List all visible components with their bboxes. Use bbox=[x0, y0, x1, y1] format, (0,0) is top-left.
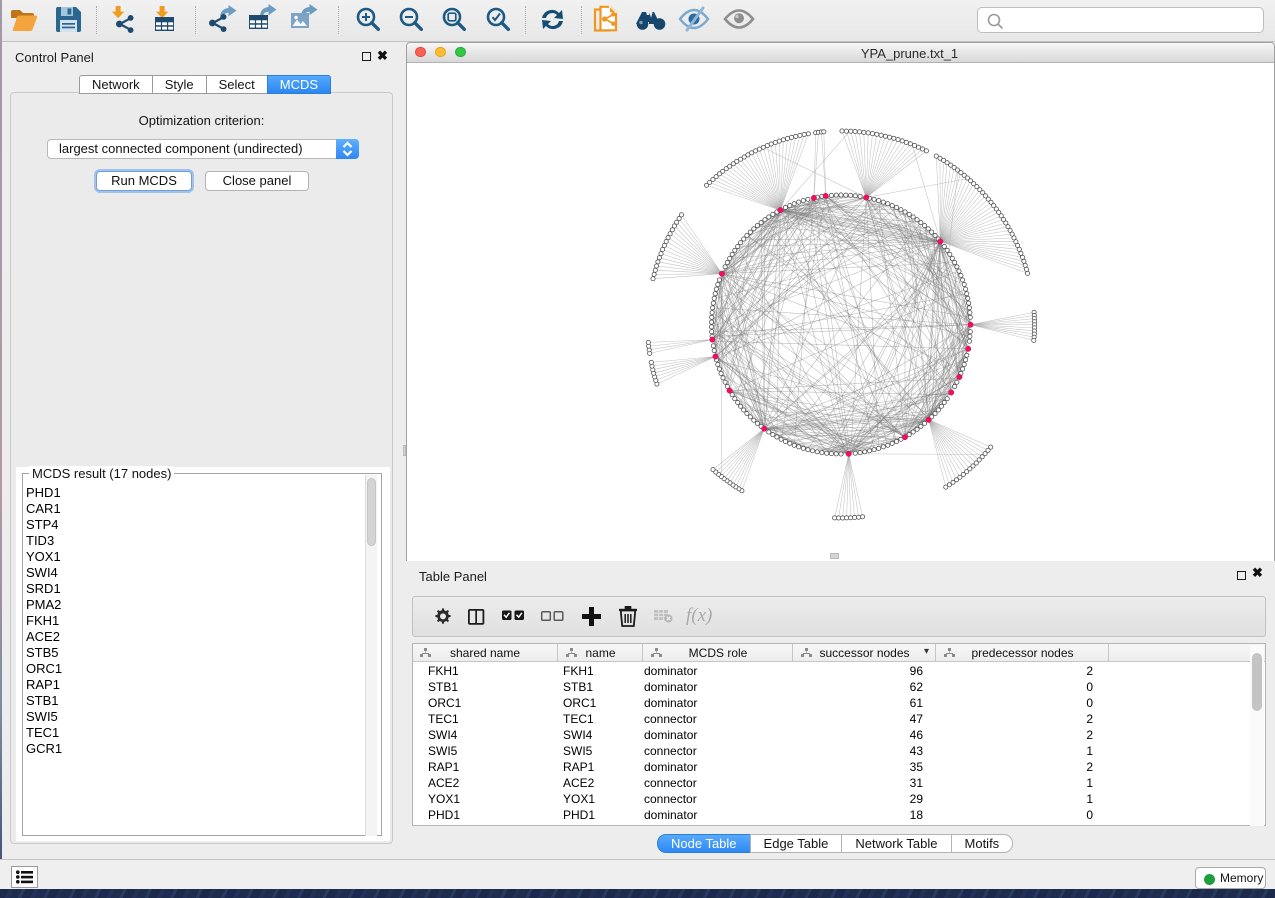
svg-text:f(x): f(x) bbox=[686, 605, 712, 626]
